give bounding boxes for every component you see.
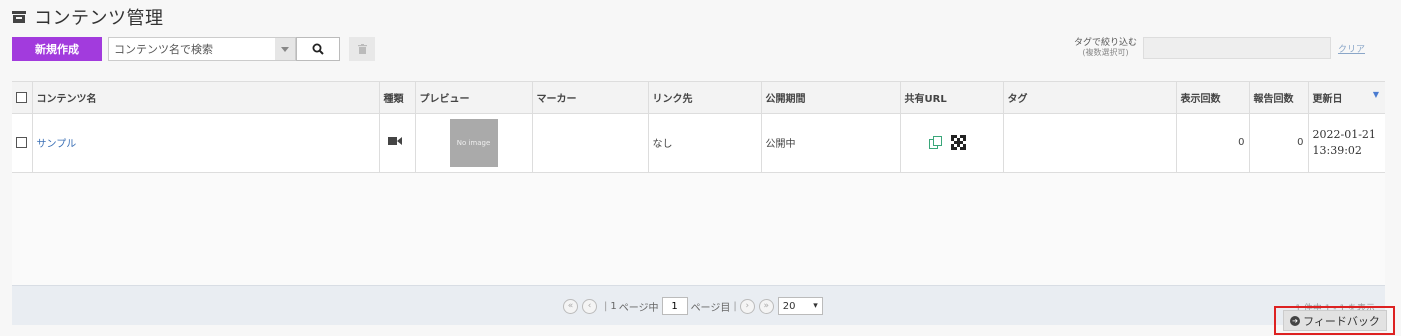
arrow-circle-icon: ➔ xyxy=(1290,315,1301,326)
pager-divider: | xyxy=(733,300,737,312)
content-table: コンテンツ名 種類 プレビュー マーカー リンク先 公開期間 共有URL タグ … xyxy=(12,82,1385,173)
row-share-cell xyxy=(900,113,1004,173)
pagination: « ‹ | 1 ページ中 ページ目 | › » 20 ▾ xyxy=(563,297,823,315)
qr-code-icon[interactable] xyxy=(950,135,966,150)
search-icon xyxy=(312,43,324,55)
row-marker-cell xyxy=(532,113,649,173)
tag-filter-label: タグで絞り込む (複数選択可) xyxy=(1073,37,1137,57)
first-page-button[interactable]: « xyxy=(563,298,578,314)
archive-icon xyxy=(12,10,26,24)
row-checkbox[interactable] xyxy=(16,136,27,148)
clear-link[interactable]: クリア xyxy=(1338,42,1365,55)
row-updated-cell: 2022-01-21 13:39:02 xyxy=(1308,113,1385,173)
col-marker: マーカー xyxy=(532,82,649,114)
updated-date: 2022-01-21 xyxy=(1312,127,1376,141)
table-row[interactable]: サンプル No image なし 公開中 0 0 2022-01-21 13:3… xyxy=(12,113,1385,173)
current-page-input[interactable] xyxy=(661,297,688,315)
trash-icon xyxy=(357,44,367,54)
row-tag-cell xyxy=(1003,113,1177,173)
col-tag: タグ xyxy=(1003,82,1177,114)
row-type-cell xyxy=(379,113,416,173)
page-size-select[interactable]: 20 ▾ xyxy=(777,297,823,315)
updated-time: 13:39:02 xyxy=(1312,143,1362,157)
row-preview-cell: No image xyxy=(415,113,533,173)
search-dropdown-toggle[interactable] xyxy=(275,38,295,60)
col-updated[interactable]: 更新日 ▼ xyxy=(1308,82,1385,114)
next-page-button[interactable]: › xyxy=(739,298,755,314)
col-views[interactable]: 表示回数 xyxy=(1176,82,1250,114)
row-views-cell: 0 xyxy=(1176,113,1250,173)
page-size-value: 20 xyxy=(782,300,796,312)
delete-button[interactable] xyxy=(349,37,375,61)
pagination-bar: « ‹ | 1 ページ中 ページ目 | › » 20 ▾ 1 件中 1 - 1 … xyxy=(12,285,1385,325)
col-updated-label: 更新日 xyxy=(1312,93,1343,105)
toolbar: 新規作成 xyxy=(12,37,375,61)
pages-total: 1 xyxy=(610,300,617,312)
col-preview: プレビュー xyxy=(415,82,533,114)
select-all-cell xyxy=(12,82,33,114)
col-period[interactable]: 公開期間 xyxy=(761,82,901,114)
page-title: コンテンツ管理 xyxy=(34,8,164,29)
search-button[interactable] xyxy=(296,37,340,61)
select-all-checkbox[interactable] xyxy=(16,91,27,103)
col-type[interactable]: 種類 xyxy=(379,82,416,114)
col-share: 共有URL xyxy=(900,82,1004,114)
content-name-link[interactable]: サンプル xyxy=(37,139,77,150)
feedback-button[interactable]: ➔ フィードバック xyxy=(1283,310,1387,331)
col-name[interactable]: コンテンツ名 xyxy=(32,82,380,114)
video-icon xyxy=(387,137,402,145)
preview-thumbnail[interactable]: No image xyxy=(449,118,498,167)
pager-divider: | xyxy=(604,300,608,312)
page-suffix: ページ目 xyxy=(690,302,731,314)
tag-filter: タグで絞り込む (複数選択可) クリア xyxy=(1074,37,1365,59)
new-content-button[interactable]: 新規作成 xyxy=(12,37,102,61)
col-reports[interactable]: 報告回数 xyxy=(1249,82,1309,114)
copy-url-icon[interactable] xyxy=(928,135,943,150)
search-input[interactable] xyxy=(109,38,275,60)
table-header-row: コンテンツ名 種類 プレビュー マーカー リンク先 公開期間 共有URL タグ … xyxy=(12,82,1385,114)
pages-of-text: ページ中 xyxy=(618,302,659,314)
row-period-cell: 公開中 xyxy=(761,113,901,173)
sort-desc-icon: ▼ xyxy=(1372,89,1379,99)
feedback-label: フィードバック xyxy=(1303,314,1380,328)
tag-filter-input[interactable] xyxy=(1142,37,1331,59)
prev-page-button[interactable]: ‹ xyxy=(582,298,597,314)
page-header: コンテンツ管理 xyxy=(12,4,164,30)
caret-down-icon xyxy=(281,46,289,52)
row-select-cell xyxy=(12,113,33,173)
row-link-cell: なし xyxy=(648,113,762,173)
chevron-down-icon: ▾ xyxy=(813,301,818,311)
row-reports-cell: 0 xyxy=(1249,113,1309,173)
search-box xyxy=(108,37,296,61)
row-name-cell: サンプル xyxy=(32,113,380,173)
content-table-area: コンテンツ名 種類 プレビュー マーカー リンク先 公開期間 共有URL タグ … xyxy=(12,81,1385,285)
col-link[interactable]: リンク先 xyxy=(648,82,762,114)
last-page-button[interactable]: » xyxy=(758,298,774,314)
